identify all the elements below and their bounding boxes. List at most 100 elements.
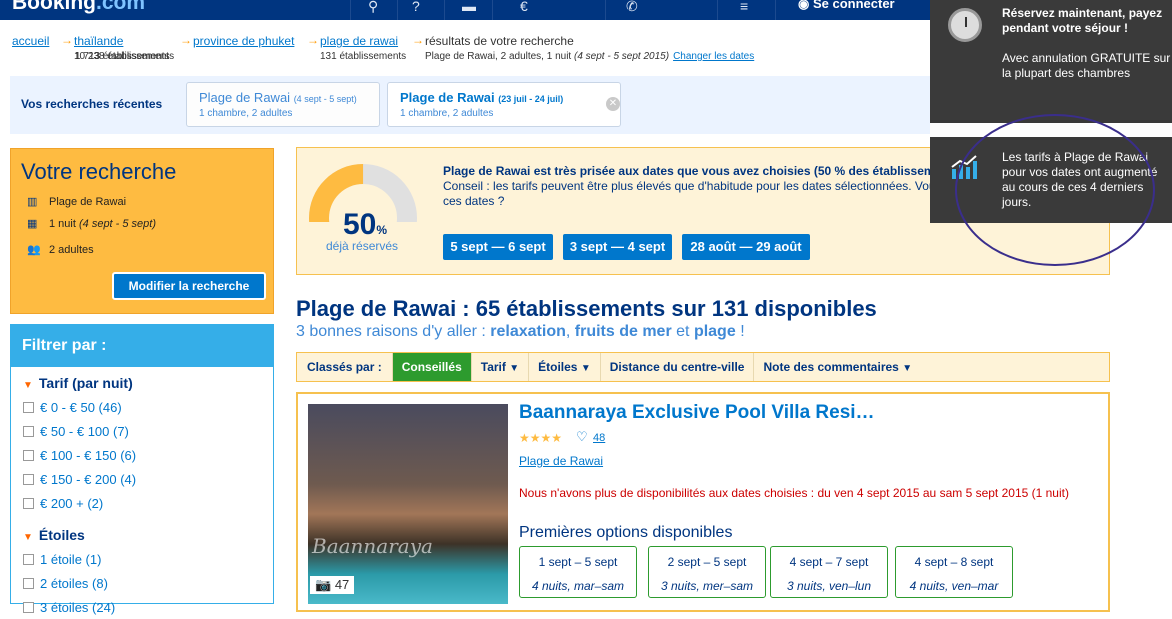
checkbox[interactable] xyxy=(23,449,34,461)
photo-count[interactable]: 📷 47 xyxy=(310,576,355,594)
stars-filter-option[interactable]: 2 étoiles (8) xyxy=(11,571,273,595)
sort-stars[interactable]: Étoiles ▼ xyxy=(528,353,600,381)
checkbox[interactable] xyxy=(23,473,34,485)
camera-icon: 📷 xyxy=(315,577,332,592)
login-link[interactable]: ◉ Se connecter xyxy=(798,0,895,12)
occupancy-label: déjà réservés xyxy=(326,239,399,253)
occupancy-percent: 50% xyxy=(343,208,388,241)
search-destination: ▥ Plage de Rawai xyxy=(27,195,126,208)
recent-search-card[interactable]: Plage de Rawai (4 sept - 5 sept) 1 chamb… xyxy=(186,82,380,127)
results-heading: Plage de Rawai : 65 établissements sur 1… xyxy=(296,296,877,321)
price-filter-option[interactable]: € 0 - € 50 (46) xyxy=(11,395,273,419)
filter-label: € 0 - € 50 (46) xyxy=(40,399,122,415)
search-dates-row: ▦ 1 nuit (4 sept - 5 sept) xyxy=(27,217,156,230)
search-icon[interactable]: ⚲ xyxy=(368,0,378,15)
breadcrumb-link[interactable]: thaïlande xyxy=(74,34,123,48)
sort-bar: Classés par : Conseillés Tarif ▼ Étoiles… xyxy=(296,352,1110,382)
breadcrumb-item[interactable]: → province de phuket 1 713 établissements xyxy=(75,34,294,63)
date-option[interactable]: 4 sept – 8 sept 4 nuits, ven–mar xyxy=(895,546,1013,598)
triangle-down-icon: ▼ xyxy=(509,363,520,374)
checkbox[interactable] xyxy=(23,425,34,437)
price-filter-option[interactable]: € 200 + (2) xyxy=(11,491,273,515)
recent-searches-title: Vos recherches récentes xyxy=(21,97,163,111)
date-option[interactable]: 4 sept – 7 sept 3 nuits, ven–lun xyxy=(770,546,888,598)
currency-icon[interactable]: € xyxy=(520,0,528,14)
notification-text: Réservez maintenant, payez pendant votre… xyxy=(1002,6,1171,80)
price-filter-label: Tarif (par nuit) xyxy=(38,375,133,391)
booking-logo[interactable]: Booking.com xyxy=(12,0,145,15)
breadcrumb-item[interactable]: → plage de rawai 131 établissements xyxy=(307,34,407,63)
filter-label: € 50 - € 100 (7) xyxy=(40,423,129,439)
checkbox[interactable] xyxy=(23,553,34,565)
sort-price[interactable]: Tarif ▼ xyxy=(470,353,528,381)
price-increase-notification[interactable]: Les tarifs à Plage de Rawai pour vos dat… xyxy=(930,137,1172,223)
recent-details: 1 chambre, 2 adultes xyxy=(199,108,293,119)
close-icon[interactable]: ✕ xyxy=(606,97,620,111)
change-dates-link[interactable]: Changer les dates xyxy=(673,51,754,62)
recent-search-card[interactable]: Plage de Rawai (23 juil - 24 juil) 1 cha… xyxy=(387,82,621,127)
sort-distance[interactable]: Distance du centre-ville xyxy=(599,353,754,381)
checkbox[interactable] xyxy=(23,401,34,413)
triangle-down-icon: ▼ xyxy=(23,532,33,543)
menu-icon[interactable]: ≡ xyxy=(740,0,748,14)
help-icon[interactable]: ? xyxy=(412,0,420,14)
pay-later-notification[interactable]: Réservez maintenant, payez pendant votre… xyxy=(930,0,1172,123)
filter-label: 1 étoile (1) xyxy=(40,551,102,567)
options-title: Premières options disponibles xyxy=(519,524,733,541)
filter-label: 2 étoiles (8) xyxy=(40,575,108,591)
hotel-photo[interactable]: Baannaraya 📷 47 xyxy=(308,404,508,604)
breadcrumb-count: 1 713 établissements xyxy=(75,51,170,62)
trend-chart-icon xyxy=(951,155,977,179)
review-count[interactable]: 48 xyxy=(593,432,605,444)
modify-search-button[interactable]: Modifier la recherche xyxy=(112,272,266,300)
search-summary-box: Votre recherche ▥ Plage de Rawai ▦ 1 nuit … xyxy=(10,148,274,314)
breadcrumb-link[interactable]: plage de rawai xyxy=(320,34,398,48)
price-filter-option[interactable]: € 50 - € 100 (7) xyxy=(11,419,273,443)
divider xyxy=(350,0,351,20)
hotel-name[interactable]: Baannaraya Exclusive Pool Villa Resi… xyxy=(519,402,875,424)
search-dates: (4 sept - 5 sept 2015) xyxy=(574,51,670,62)
filter-label: € 200 + (2) xyxy=(40,495,104,511)
stars-filter-option[interactable]: 1 étoile (1) xyxy=(11,547,273,571)
breadcrumb-link[interactable]: province de phuket xyxy=(193,34,294,48)
heart-icon[interactable]: ♡ xyxy=(576,429,588,445)
arrow-icon: → xyxy=(412,33,424,47)
guests-text: 2 adultes xyxy=(49,244,94,256)
flag-icon[interactable]: ▬ xyxy=(462,0,476,14)
date-option[interactable]: 1 sept – 5 sept 4 nuits, mar–sam xyxy=(519,546,637,598)
sort-recommended[interactable]: Conseillés xyxy=(391,353,471,381)
arrow-icon: → xyxy=(180,33,192,47)
sort-reviews[interactable]: Note des commentaires ▼ xyxy=(753,353,921,381)
hotel-card: Baannaraya 📷 47 Baannaraya Exclusive Poo… xyxy=(296,392,1110,612)
nights-text: 1 nuit xyxy=(49,218,76,230)
recent-searches: Vos recherches récentes Plage de Rawai (… xyxy=(10,76,930,134)
building-icon: ▥ xyxy=(27,196,38,208)
divider xyxy=(775,0,776,20)
breadcrumb-item[interactable]: → thaïlande xyxy=(61,34,123,48)
price-filter-option[interactable]: € 100 - € 150 (6) xyxy=(11,443,273,467)
alt-date-button[interactable]: 28 août — 29 août xyxy=(682,234,810,260)
recent-dates: (23 juil - 24 juil) xyxy=(498,94,564,104)
arrow-icon: → xyxy=(61,33,73,47)
breadcrumb-link[interactable]: accueil xyxy=(12,34,49,48)
filters-panel: Filtrer par : ▼ Tarif (par nuit) € 0 - € … xyxy=(10,324,274,615)
alt-date-button[interactable]: 3 sept — 4 sept xyxy=(563,234,672,260)
filter-label: € 100 - € 150 (6) xyxy=(40,447,137,463)
dates-text: (4 sept - 5 sept) xyxy=(78,218,157,230)
price-filter-option[interactable]: € 150 - € 200 (4) xyxy=(11,467,273,491)
stars-filter-option[interactable]: 3 étoiles (24) xyxy=(11,595,273,619)
triangle-down-icon: ▼ xyxy=(580,363,591,374)
divider xyxy=(717,0,718,20)
checkbox[interactable] xyxy=(23,497,34,509)
checkbox[interactable] xyxy=(23,601,34,613)
breadcrumb-count: 131 établissements xyxy=(320,51,407,62)
arrow-icon: → xyxy=(307,33,319,47)
date-option[interactable]: 2 sept – 5 sept 3 nuits, mer–sam xyxy=(648,546,766,598)
divider xyxy=(605,0,606,20)
stars-filter-label: Étoiles xyxy=(38,527,85,543)
checkbox[interactable] xyxy=(23,577,34,589)
hotel-location[interactable]: Plage de Rawai xyxy=(519,454,603,468)
alt-date-button[interactable]: 5 sept — 6 sept xyxy=(443,234,553,260)
phone-icon[interactable]: ✆ xyxy=(626,0,638,15)
user-icon: ◉ xyxy=(798,0,813,11)
